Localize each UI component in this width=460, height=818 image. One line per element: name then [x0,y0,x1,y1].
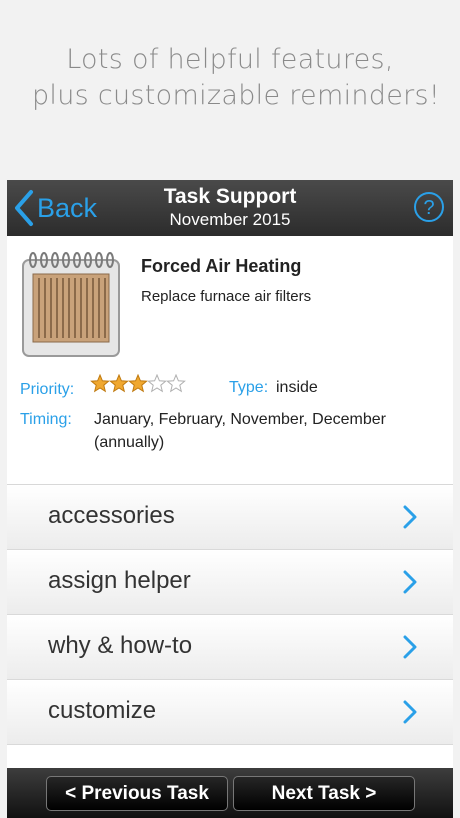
timing-frequency: (annually) [94,434,165,451]
menu-item-label: why & how-to [48,632,193,659]
air-filter-icon [22,252,120,357]
timing-value: January, February, November, December (a… [94,408,386,454]
chevron-right-icon [403,700,417,724]
previous-task-button[interactable]: < Previous Task [46,776,228,811]
promo-headline: Lots of helpful features, plus customiza… [0,42,460,114]
app-screen: Back Task Support November 2015 ? Forced… [7,180,453,818]
menu-item-why-how-to[interactable]: why & how-to [7,615,453,680]
svg-text:?: ? [423,197,434,219]
menu-item-customize[interactable]: customize [7,680,453,745]
chevron-right-icon [403,570,417,594]
task-details: Forced Air Heating Replace furnace air f… [7,236,453,485]
star-empty-icon [147,374,167,393]
chevron-right-icon [403,505,417,529]
nav-bar: Back Task Support November 2015 ? [7,180,453,237]
page-subtitle: November 2015 [169,210,291,229]
task-subtitle: Replace furnace air filters [141,288,312,305]
help-icon[interactable]: ? [413,191,445,223]
star-empty-icon [166,374,186,393]
chevron-right-icon [403,635,417,659]
star-filled-icon [90,374,110,393]
menu-item-label: customize [48,697,157,724]
promo-line-2: plus customizable reminders! [31,80,441,111]
task-menu: accessories assign helper why & how-to c… [7,485,453,745]
bottom-toolbar: < Previous Task Next Task > [7,768,453,818]
menu-item-accessories[interactable]: accessories [7,485,453,550]
star-filled-icon [128,374,148,393]
promo-line-1: Lots of helpful features, [66,44,394,75]
menu-item-assign-helper[interactable]: assign helper [7,550,453,615]
type-label: Type: [229,379,269,396]
next-task-button[interactable]: Next Task > [233,776,415,811]
timing-label: Timing: [20,411,72,428]
task-title: Forced Air Heating [141,256,302,276]
priority-label: Priority: [20,381,75,398]
menu-item-label: assign helper [48,567,191,594]
page-title: Task Support [163,185,297,208]
type-value: inside [276,379,318,396]
star-filled-icon [109,374,129,393]
priority-rating [90,374,186,393]
menu-item-label: accessories [48,502,175,529]
timing-months: January, February, November, December [94,411,386,428]
